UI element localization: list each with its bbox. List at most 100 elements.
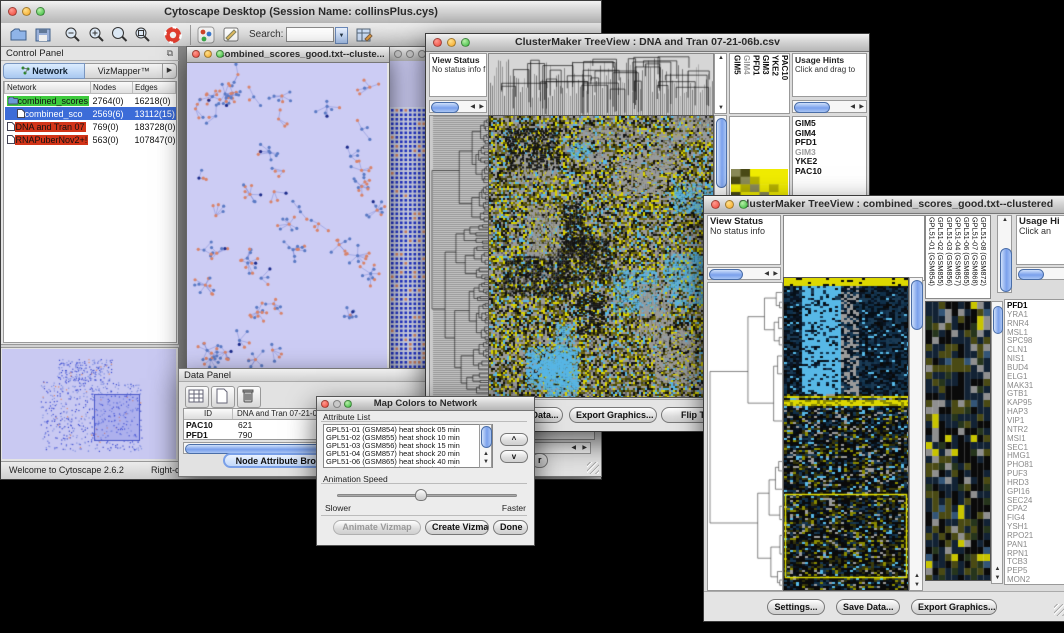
scroll-down-icon[interactable]: ▼ (483, 459, 489, 466)
scroll-left-icon[interactable]: ◀ (850, 104, 855, 111)
zoom-window-icon[interactable] (461, 38, 470, 47)
col-nodes[interactable]: Nodes (91, 82, 133, 94)
scrollbar-thumb[interactable] (716, 118, 727, 188)
delete-attribute-button[interactable] (237, 386, 261, 408)
tv2-column-dendrogram-area[interactable] (783, 215, 925, 281)
scroll-right-icon[interactable]: ▶ (479, 104, 484, 111)
scrollbar-thumb[interactable] (911, 280, 923, 330)
scrollbar-thumb[interactable] (481, 426, 492, 448)
minimize-icon[interactable] (447, 38, 456, 47)
column-label[interactable]: GPL51-07 (GSM868) (971, 217, 980, 298)
save-icon[interactable] (34, 26, 53, 44)
tv2-labels-vscrollbar[interactable]: ▲ (997, 215, 1012, 293)
scroll-right-icon[interactable]: ▶ (582, 445, 587, 452)
tv2-zoom-heatmap[interactable] (925, 301, 991, 581)
treeview2-titlebar[interactable]: ClusterMaker TreeView : combined_scores_… (704, 196, 1064, 214)
birdseye-view[interactable] (2, 349, 176, 459)
new-attribute-button[interactable] (211, 386, 235, 408)
treeview1-titlebar[interactable]: ClusterMaker TreeView : DNA and Tran 07-… (426, 34, 869, 52)
column-label[interactable]: PFD1 (751, 55, 761, 113)
minimize-icon[interactable] (22, 7, 31, 16)
column-label[interactable]: GPL51-06 (GSM865) (962, 217, 971, 298)
scroll-up-icon[interactable]: ▲ (1002, 217, 1008, 224)
close-icon[interactable] (394, 50, 402, 58)
scroll-left-icon[interactable]: ◀ (470, 104, 475, 111)
close-icon[interactable] (711, 200, 720, 209)
close-icon[interactable] (433, 38, 442, 47)
gene-label[interactable]: MON2 (1005, 576, 1064, 585)
tv1-status-hscrollbar[interactable]: ◀ ▶ (429, 100, 487, 113)
column-label[interactable]: GPL51-02 (GSM855) (937, 217, 946, 298)
dialog-titlebar[interactable]: Map Colors to Network (317, 397, 534, 411)
animate-vizmap-button[interactable]: Animate Vizmap (333, 520, 421, 535)
scroll-down-icon[interactable]: ▼ (995, 575, 1001, 582)
panel-splitter[interactable] (1, 344, 179, 348)
tv2-gene-dendrogram[interactable] (707, 282, 783, 591)
help-lifesaver-icon[interactable] (163, 25, 183, 45)
col-network[interactable]: Network (5, 82, 91, 94)
network-row[interactable]: DNA and Tran 07 769(0) 183728(0) (5, 120, 176, 133)
tv2-vscrollbar[interactable]: ▲ ▼ (909, 277, 923, 591)
minimize-icon[interactable] (725, 200, 734, 209)
scrollbar-thumb[interactable] (431, 102, 459, 113)
column-label[interactable]: YKE2 (770, 55, 780, 113)
search-input[interactable] (286, 27, 334, 42)
move-up-button[interactable]: ^ (500, 433, 528, 446)
scroll-right-icon[interactable]: ▶ (773, 271, 778, 278)
done-button[interactable]: Done (493, 520, 528, 535)
annotation-icon[interactable] (222, 26, 241, 44)
scroll-right-icon[interactable]: ▶ (859, 104, 864, 111)
tv2-status-hscrollbar[interactable]: ◀ ▶ (707, 267, 781, 280)
network-window-titlebar[interactable]: combined_scores_good.txt--cluste... (187, 47, 389, 63)
vizmap-nodes-icon[interactable] (197, 26, 216, 44)
tv1-column-dendrogram[interactable] (488, 53, 714, 116)
scrollbar-thumb[interactable] (709, 269, 743, 280)
scroll-up-icon[interactable]: ▲ (995, 566, 1001, 573)
scroll-down-icon[interactable]: ▼ (718, 105, 724, 112)
minimize-icon[interactable] (204, 50, 212, 58)
search-dropdown-arrow[interactable]: ▼ (335, 27, 348, 44)
column-label[interactable]: GIM3 (761, 55, 771, 113)
column-label[interactable]: GPL51-03 (GSM856) (945, 217, 954, 298)
attribute-item[interactable]: GPL51-07 (GSM868) heat shock 60 min (324, 466, 492, 468)
zoom-window-icon[interactable] (344, 400, 352, 408)
resize-grip[interactable] (587, 462, 599, 474)
scroll-up-icon[interactable]: ▲ (914, 573, 920, 580)
scroll-up-icon[interactable]: ▲ (718, 55, 724, 62)
close-icon[interactable] (8, 7, 17, 16)
tab-overflow-button[interactable]: ▶ (163, 63, 177, 79)
slider-thumb[interactable] (415, 489, 427, 501)
close-icon[interactable] (321, 400, 329, 408)
minimize-icon[interactable] (333, 400, 341, 408)
table-col-id[interactable]: ID (184, 409, 233, 419)
attribute-list-vscrollbar[interactable]: ▲ ▼ (479, 424, 492, 468)
window-controls[interactable] (8, 7, 45, 16)
column-label[interactable]: GIM5 (732, 55, 742, 113)
tv1-mini-scroll-strip[interactable]: ▲ ▼ (714, 53, 727, 114)
column-label[interactable]: GIM4 (742, 55, 752, 113)
save-data-button[interactable]: Save Data... (836, 599, 900, 615)
col-edges[interactable]: Edges (133, 82, 176, 94)
scroll-down-icon[interactable]: ▼ (914, 582, 920, 589)
settings-button[interactable]: Settings... (767, 599, 825, 615)
scrollbar-thumb[interactable] (1000, 248, 1012, 292)
column-label[interactable]: GPL51-04 (GSM857) (954, 217, 963, 298)
select-attributes-button[interactable] (185, 386, 209, 408)
resize-grip[interactable] (1054, 604, 1064, 616)
close-icon[interactable] (192, 50, 200, 58)
zoom-window-icon[interactable] (36, 7, 45, 16)
tv1-usage-hscrollbar[interactable]: ◀ ▶ (792, 100, 867, 113)
tv2-genelist-vscrollbar[interactable]: ▲ ▼ (991, 301, 1003, 584)
tv2-heatmap[interactable] (783, 277, 909, 591)
zoom-in-icon[interactable] (87, 26, 107, 45)
scroll-left-icon[interactable]: ◀ (571, 445, 576, 452)
export-graphics-button[interactable]: Export Graphics... (569, 407, 657, 423)
scroll-up-icon[interactable]: ▲ (483, 451, 489, 458)
zoom-selected-icon[interactable] (133, 26, 153, 45)
scroll-left-icon[interactable]: ◀ (764, 271, 769, 278)
zoom-out-icon[interactable] (63, 26, 83, 45)
tv1-gene-dendrogram[interactable] (429, 115, 490, 398)
zoom-window-icon[interactable] (739, 200, 748, 209)
tv2-usage-hscrollbar[interactable] (1016, 267, 1064, 280)
column-label[interactable]: GPL51-01 (GSM854) (928, 217, 937, 298)
